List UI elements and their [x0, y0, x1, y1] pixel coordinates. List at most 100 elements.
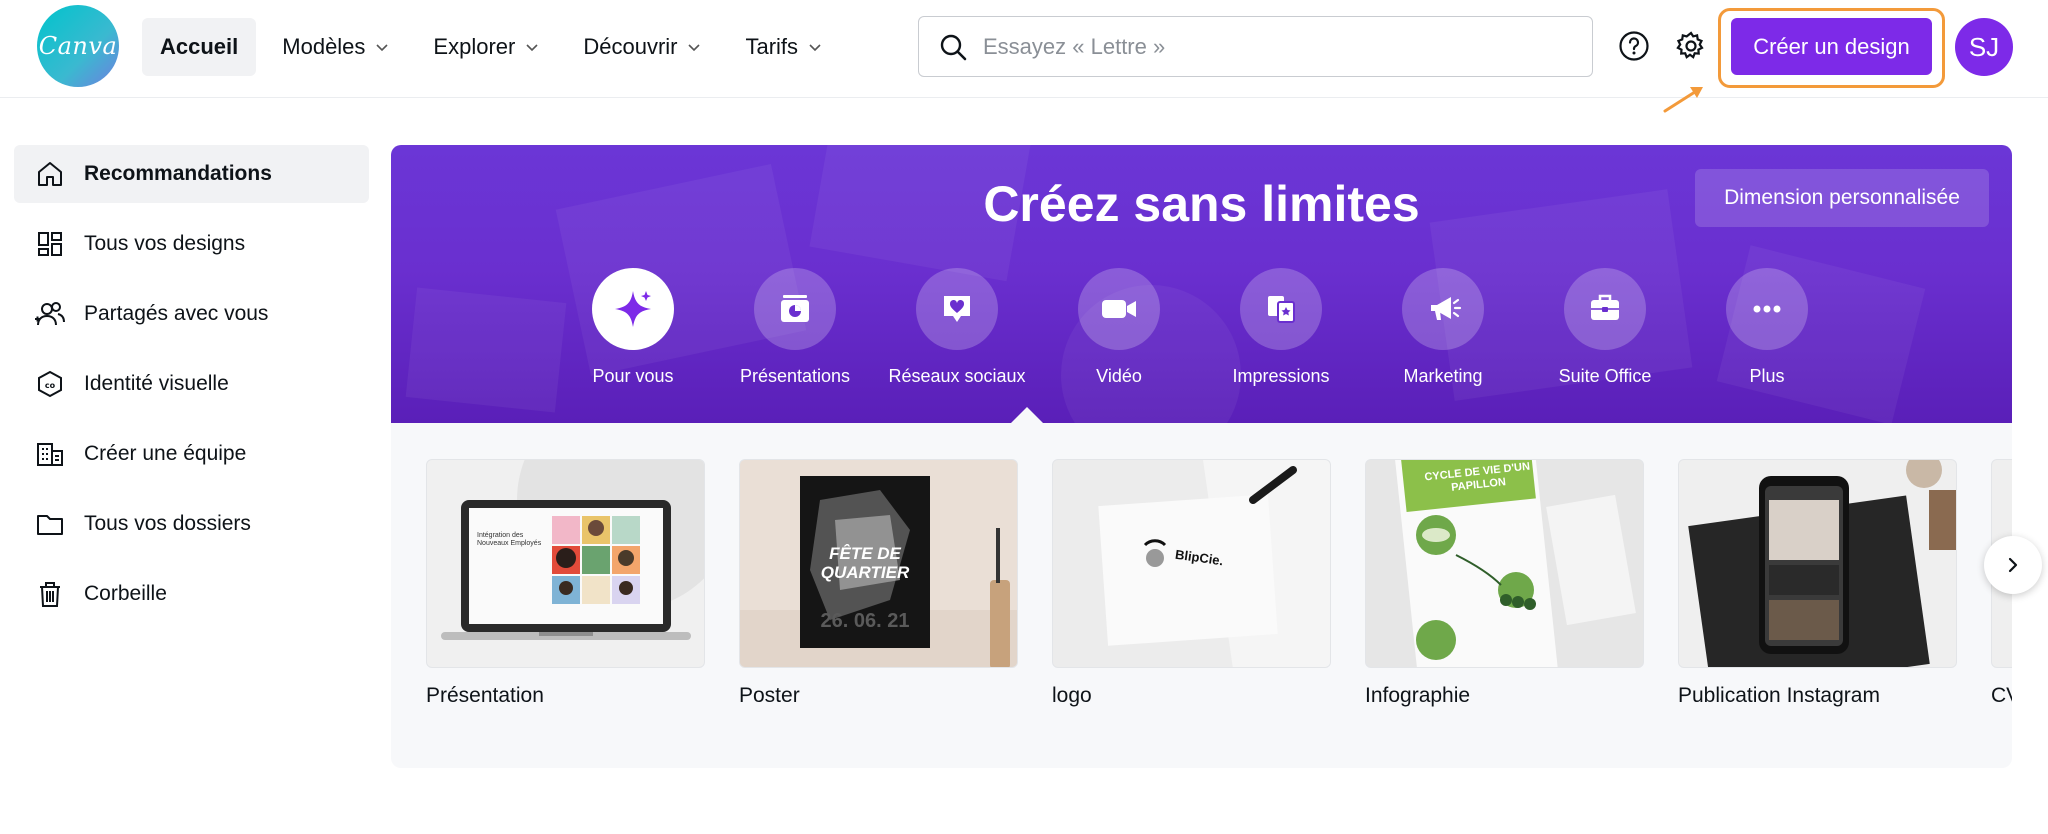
brand-kit-icon: co	[34, 368, 66, 400]
gear-icon	[1676, 31, 1704, 59]
nav-tarifs[interactable]: Tarifs	[727, 18, 840, 76]
grid-icon	[34, 228, 66, 260]
sidebar-item-shared[interactable]: Partagés avec vous	[14, 285, 369, 343]
nav-label: Découvrir	[583, 34, 678, 59]
category-pour-vous[interactable]: Pour vous	[558, 268, 708, 387]
category-label: Réseaux sociaux	[888, 366, 1026, 386]
trash-icon	[34, 578, 66, 610]
sidebar-item-designs[interactable]: Tous vos designs	[14, 215, 369, 273]
nav-label: Modèles	[282, 34, 366, 59]
help-icon	[1619, 31, 1649, 61]
sidebar-item-label: Identité visuelle	[84, 372, 229, 395]
heart-chat-icon	[916, 268, 998, 350]
chevron-down-icon	[376, 44, 388, 52]
nav-explorer[interactable]: Explorer	[415, 18, 557, 76]
template-card-logo[interactable]: BlipCie. logo	[1052, 459, 1331, 708]
template-card-instagram[interactable]: Publication Instagram	[1678, 459, 1957, 708]
template-card-poster[interactable]: FÊTE DE QUARTIER 26. 06. 21 Poster	[739, 459, 1018, 708]
nav-decouvrir[interactable]: Découvrir	[565, 18, 719, 76]
avatar-initials: SJ	[1968, 31, 2000, 62]
carousel-next-button[interactable]	[1984, 536, 2042, 594]
thumbnail-date: 26. 06. 21	[820, 610, 910, 632]
template-thumbnail	[1678, 459, 1957, 668]
more-icon	[1726, 268, 1808, 350]
print-icon	[1240, 268, 1322, 350]
custom-size-button[interactable]: Dimension personnalisée	[1695, 169, 1989, 227]
chevron-down-icon	[688, 44, 701, 52]
category-marketing[interactable]: Marketing	[1368, 268, 1518, 387]
template-label: Poster	[739, 684, 800, 707]
help-button[interactable]	[1616, 28, 1652, 64]
nav-label: Explorer	[433, 34, 516, 59]
category-label: Suite Office	[1558, 366, 1652, 386]
category-label: Pour vous	[592, 366, 674, 386]
sidebar-item-label: Partagés avec vous	[84, 302, 269, 325]
template-label: CV	[1991, 684, 2012, 707]
avatar[interactable]: SJ	[1955, 18, 2013, 76]
phone-icon	[1688, 460, 1956, 667]
sparkle-icon	[592, 268, 674, 350]
template-label: Présentation	[426, 684, 544, 707]
thumbnail-text: FÊTE DE QUARTIER	[820, 544, 910, 582]
hero-banner: Créez sans limites Dimension personnalis…	[391, 145, 2012, 423]
sidebar-item-label: Recommandations	[84, 162, 272, 185]
category-plus[interactable]: Plus	[1692, 268, 1842, 387]
template-thumbnail: BlipCie.	[1052, 459, 1331, 668]
nav-modeles[interactable]: Modèles	[264, 18, 407, 76]
category-video[interactable]: Vidéo	[1044, 268, 1194, 387]
settings-button[interactable]	[1673, 28, 1709, 64]
search-input[interactable]	[983, 33, 1543, 60]
presentation-icon	[754, 268, 836, 350]
chevron-down-icon	[526, 44, 538, 52]
sidebar: Recommandations Tous vos designs Partagé…	[14, 145, 369, 635]
category-label: Présentations	[739, 366, 851, 386]
nav-label: Tarifs	[745, 34, 799, 59]
sidebar-item-label: Créer une équipe	[84, 442, 247, 465]
template-card-infographie[interactable]: CYCLE DE VIE D'UN PAPILLON Infographie	[1365, 459, 1644, 708]
category-presentations[interactable]: Présentations	[720, 268, 870, 387]
building-icon	[34, 438, 66, 470]
chevron-down-icon	[809, 44, 821, 52]
pointer-arrow-icon	[1663, 87, 1703, 113]
template-label: logo	[1052, 684, 1092, 707]
template-thumbnail: Intégration des Nouveaux Employés	[426, 459, 705, 668]
template-label: Infographie	[1365, 684, 1471, 707]
category-suite-office[interactable]: Suite Office	[1530, 268, 1680, 387]
svg-text:co: co	[45, 381, 56, 390]
sidebar-item-label: Tous vos dossiers	[84, 512, 251, 535]
sidebar-item-label: Tous vos designs	[84, 232, 246, 255]
folder-icon	[34, 508, 66, 540]
category-label: Plus	[1749, 366, 1785, 386]
search-bar	[918, 16, 1593, 77]
chevron-right-icon	[2008, 557, 2018, 573]
main-nav: Accueil Modèles Explorer Découvrir Tarif…	[142, 18, 848, 76]
category-label: Marketing	[1403, 366, 1483, 386]
infographic-icon	[1394, 460, 1636, 667]
sidebar-item-brand[interactable]: co Identité visuelle	[14, 355, 369, 413]
template-thumbnail: FÊTE DE QUARTIER 26. 06. 21	[739, 459, 1018, 668]
nav-accueil[interactable]: Accueil	[142, 18, 257, 76]
template-card-presentation[interactable]: Intégration des Nouveaux Employés Présen…	[426, 459, 705, 708]
laptop-icon	[441, 460, 704, 640]
video-camera-icon	[1078, 268, 1160, 350]
logo-text: Canva	[38, 32, 118, 60]
category-impressions[interactable]: Impressions	[1206, 268, 1356, 387]
sidebar-item-folders[interactable]: Tous vos dossiers	[14, 495, 369, 553]
create-design-button[interactable]: Créer un design	[1731, 18, 1932, 75]
users-icon	[34, 298, 66, 330]
thumbnail-text: Intégration des Nouveaux Employés	[477, 532, 542, 547]
sidebar-item-recommandations[interactable]: Recommandations	[14, 145, 369, 203]
sidebar-item-trash[interactable]: Corbeille	[14, 565, 369, 623]
top-bar: Canva Accueil Modèles Explorer Découvrir…	[0, 0, 2048, 113]
category-label: Impressions	[1232, 366, 1330, 386]
sidebar-item-label: Corbeille	[84, 582, 167, 605]
nav-label: Accueil	[160, 34, 239, 59]
category-reseaux-sociaux[interactable]: Réseaux sociaux	[882, 268, 1032, 387]
briefcase-icon	[1564, 268, 1646, 350]
template-thumbnail: CYCLE DE VIE D'UN PAPILLON	[1365, 459, 1644, 668]
home-icon	[34, 158, 66, 190]
sidebar-item-team[interactable]: Créer une équipe	[14, 425, 369, 483]
category-label: Vidéo	[1096, 366, 1142, 386]
canva-logo[interactable]: Canva	[37, 5, 119, 87]
search-icon	[940, 34, 967, 60]
